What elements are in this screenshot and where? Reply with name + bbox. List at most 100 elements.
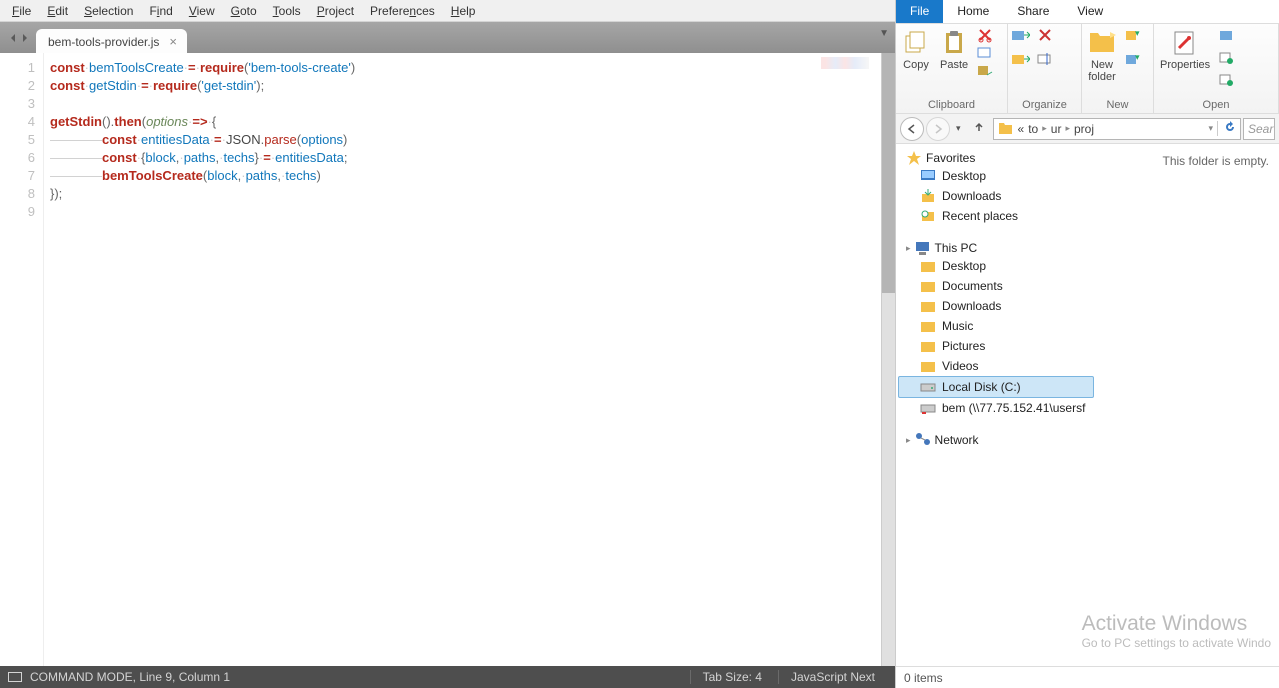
arrow-up-icon	[973, 121, 985, 133]
menu-edit[interactable]: Edit	[39, 2, 76, 20]
nav-pc-music[interactable]: Music	[898, 316, 1094, 336]
status-syntax[interactable]: JavaScript Next	[778, 670, 887, 684]
ribbon-tab-file[interactable]: File	[896, 0, 943, 23]
editor-tabbar: bem-tools-provider.js × ▼	[0, 22, 895, 53]
tab-nav	[2, 22, 36, 53]
nav-desktop[interactable]: Desktop	[898, 166, 1094, 186]
nav-back-button[interactable]	[900, 117, 924, 141]
scrollbar-thumb[interactable]	[882, 53, 895, 293]
nav-pc-documents[interactable]: Documents	[898, 276, 1094, 296]
properties-icon	[1171, 29, 1199, 57]
arrow-left-icon	[906, 123, 918, 135]
search-box[interactable]: Sear	[1243, 118, 1275, 140]
menu-find[interactable]: Find	[141, 2, 180, 20]
explorer-body: Favorites Desktop Downloads Recent place…	[896, 144, 1279, 666]
status-mode: COMMAND MODE, Line 9, Column 1	[30, 670, 230, 684]
ribbon-tab-share[interactable]: Share	[1003, 0, 1063, 23]
nav-pc-videos[interactable]: Videos	[898, 356, 1094, 376]
gutter: 1 2 3 4 5 6 7 8 9	[0, 53, 44, 666]
nav-pc-localdisk[interactable]: Local Disk (C:)	[898, 376, 1094, 398]
nav-favorites[interactable]: Favorites	[898, 150, 1094, 166]
ribbon-tab-view[interactable]: View	[1063, 0, 1117, 23]
easyaccess-icon[interactable]: ▾	[1124, 51, 1142, 67]
history-icon[interactable]	[1218, 71, 1236, 87]
ribbon: Copy Paste Clipboard	[896, 24, 1279, 114]
nav-network[interactable]: ▸ Network	[898, 432, 1094, 448]
paste-icon	[940, 29, 968, 57]
folder-icon	[920, 318, 936, 334]
copy-icon	[902, 29, 930, 57]
menu-preferences[interactable]: Preferences	[362, 2, 443, 20]
copypath-icon[interactable]	[976, 45, 994, 61]
code-area: 1 2 3 4 5 6 7 8 9 const·bemToolsCreate·=…	[0, 53, 895, 666]
file-explorer: File Home Share View Copy Paste	[895, 0, 1279, 688]
tab-close-icon[interactable]: ×	[169, 34, 177, 49]
explorer-statusbar: 0 items	[896, 666, 1279, 688]
moveto-icon[interactable]	[1012, 27, 1030, 43]
menu-project[interactable]: Project	[309, 2, 362, 20]
nav-downloads[interactable]: Downloads	[898, 186, 1094, 206]
svg-text:▾: ▾	[1135, 28, 1140, 38]
editor-menubar: File Edit Selection Find View Goto Tools…	[0, 0, 895, 22]
menu-view[interactable]: View	[181, 2, 223, 20]
addr-dropdown-icon[interactable]: ▾	[1208, 123, 1213, 134]
nav-dropdown-icon[interactable]: ▾	[952, 123, 965, 134]
arrow-right-icon	[932, 123, 944, 135]
recent-icon	[920, 208, 936, 224]
pc-icon	[915, 240, 931, 256]
properties-button[interactable]: Properties	[1158, 27, 1212, 73]
nav-thispc[interactable]: ▸ This PC	[898, 240, 1094, 256]
newitem-icon[interactable]: ▾	[1124, 27, 1142, 43]
copy-button[interactable]: Copy	[900, 27, 932, 73]
content-pane[interactable]: This folder is empty.	[1096, 144, 1279, 666]
open-icon[interactable]	[1218, 27, 1236, 43]
cut-icon[interactable]	[976, 27, 994, 43]
desktop-icon	[920, 168, 936, 184]
nav-pc-downloads[interactable]: Downloads	[898, 296, 1094, 316]
nav-pc-bem[interactable]: bem (\\77.75.152.41\usersf	[898, 398, 1094, 418]
folder-icon	[920, 358, 936, 374]
scrollbar[interactable]	[881, 53, 895, 666]
newfolder-button[interactable]: New folder	[1086, 27, 1118, 85]
copyto-icon[interactable]	[1012, 51, 1030, 67]
nav-pc-pictures[interactable]: Pictures	[898, 336, 1094, 356]
minimap[interactable]	[821, 57, 869, 69]
refresh-icon	[1224, 121, 1236, 133]
folder-icon	[920, 258, 936, 274]
sublime-editor: File Edit Selection Find View Goto Tools…	[0, 0, 895, 688]
paste-shortcut-icon[interactable]	[976, 63, 994, 79]
tabbar-menu-icon[interactable]: ▼	[879, 28, 889, 39]
edit-icon[interactable]	[1218, 49, 1236, 65]
tab-fwd-icon[interactable]	[20, 33, 30, 43]
menu-goto[interactable]: Goto	[223, 2, 265, 20]
address-box[interactable]: « to▸ ur▸ proj ▾	[993, 118, 1241, 140]
tab-file[interactable]: bem-tools-provider.js ×	[36, 29, 187, 53]
nav-fwd-button[interactable]	[926, 117, 950, 141]
ribbon-tab-home[interactable]: Home	[943, 0, 1003, 23]
nav-pc-desktop[interactable]: Desktop	[898, 256, 1094, 276]
empty-text: This folder is empty.	[1163, 154, 1269, 168]
nav-pane: Favorites Desktop Downloads Recent place…	[896, 144, 1096, 666]
paste-button[interactable]: Paste	[938, 27, 970, 73]
menu-selection[interactable]: Selection	[76, 2, 141, 20]
nav-up-button[interactable]	[967, 121, 991, 136]
status-icon[interactable]	[8, 672, 22, 682]
network-icon	[915, 432, 931, 448]
refresh-button[interactable]	[1217, 121, 1236, 136]
nav-recent[interactable]: Recent places	[898, 206, 1094, 226]
rename-icon[interactable]	[1036, 51, 1054, 67]
download-icon	[920, 188, 936, 204]
svg-text:▾: ▾	[1135, 52, 1140, 62]
tab-back-icon[interactable]	[8, 33, 18, 43]
ribbon-tabs: File Home Share View	[896, 0, 1279, 24]
code-text[interactable]: const·bemToolsCreate·=·require('bem-tool…	[44, 53, 881, 666]
folder-icon	[920, 298, 936, 314]
delete-icon[interactable]	[1036, 27, 1054, 43]
menu-tools[interactable]: Tools	[265, 2, 309, 20]
folder-icon	[920, 338, 936, 354]
menu-file[interactable]: File	[4, 2, 39, 20]
tab-title: bem-tools-provider.js	[48, 35, 159, 49]
menu-help[interactable]: Help	[443, 2, 484, 20]
folder-icon	[920, 278, 936, 294]
status-tabsize[interactable]: Tab Size: 4	[690, 670, 774, 684]
